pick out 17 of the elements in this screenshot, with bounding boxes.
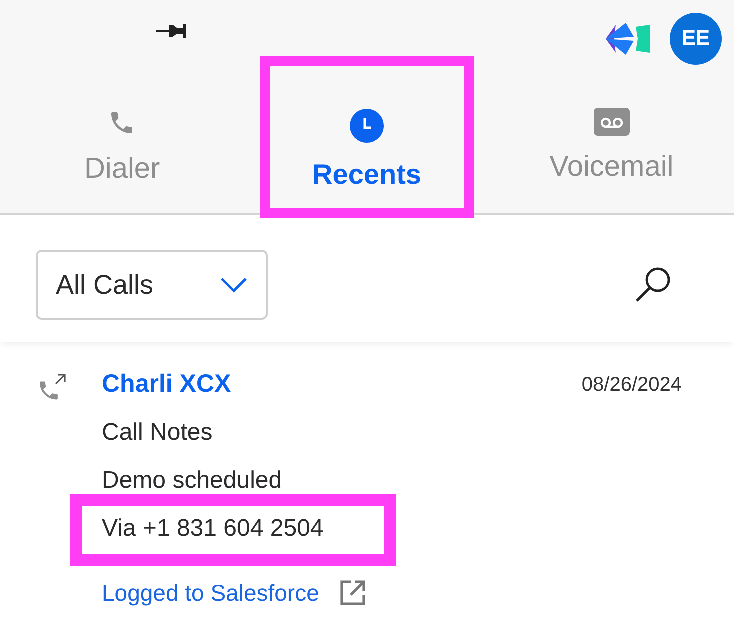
call-detail-text: Call Notes xyxy=(102,418,213,448)
salesforce-link[interactable]: Logged to Salesforce xyxy=(102,576,320,610)
search-icon[interactable] xyxy=(634,266,672,304)
external-link-icon[interactable] xyxy=(339,579,368,608)
tab[interactable]: Dialer xyxy=(84,78,160,213)
tab[interactable]: Recents xyxy=(312,78,422,213)
outgoing-call-icon xyxy=(38,372,68,402)
contact-name[interactable]: Charli XCX xyxy=(102,366,232,404)
call-detail-text: Via +1 831 604 2504 xyxy=(102,514,324,544)
call-detail-text: Demo scheduled xyxy=(102,466,282,496)
clock-icon xyxy=(349,108,385,144)
user-avatar[interactable]: EE xyxy=(670,13,722,65)
call-filter-dropdown[interactable]: All Calls xyxy=(36,250,268,320)
call-date: 08/26/2024 xyxy=(582,373,682,398)
chevron-down-icon xyxy=(220,277,248,293)
tab[interactable]: Voicemail xyxy=(550,78,674,213)
voicemail-icon xyxy=(594,108,630,136)
